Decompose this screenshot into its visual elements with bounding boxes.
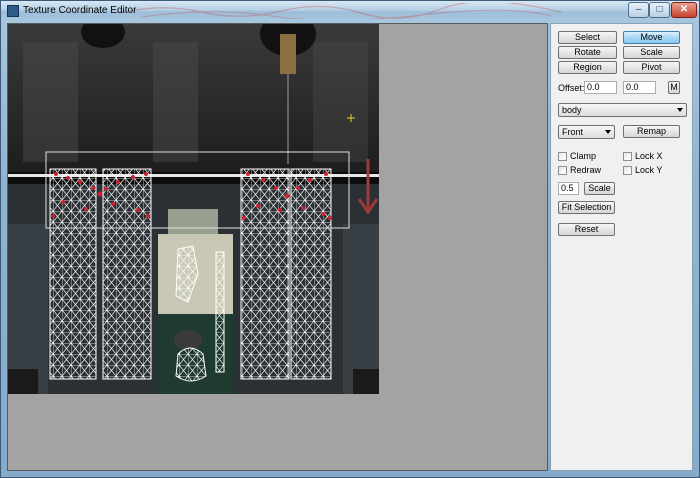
move-mode-button[interactable]: Move: [623, 31, 680, 44]
lock-y-checkbox[interactable]: [623, 166, 632, 175]
chevron-down-icon: [605, 130, 611, 134]
maximize-button[interactable]: □: [649, 2, 670, 18]
scale-apply-button[interactable]: Scale: [584, 182, 615, 195]
editor-window: Texture Coordinate Editor – □ ✕ Select M…: [0, 0, 700, 478]
face-uv-island[interactable]: [175, 347, 207, 382]
fit-selection-button[interactable]: Fit Selection: [558, 201, 615, 214]
tool-panel: Select Move Rotate Scale Region Pivot Of…: [550, 23, 693, 471]
mesh-dropdown[interactable]: body: [558, 103, 687, 117]
clamp-label: Clamp: [570, 151, 597, 161]
offset-x-input[interactable]: 0.0: [584, 81, 617, 94]
redraw-checkbox[interactable]: [558, 166, 567, 175]
left-leg-uv-island[interactable]: [49, 168, 97, 380]
right-leg-back-uv-island[interactable]: [290, 168, 332, 380]
right-leg-uv-island[interactable]: [240, 168, 290, 380]
select-mode-button[interactable]: Select: [558, 31, 617, 44]
redraw-label: Redraw: [570, 165, 602, 175]
window-title: Texture Coordinate Editor: [23, 5, 137, 16]
region-mode-button[interactable]: Region: [558, 61, 617, 74]
offset-m-button[interactable]: M: [668, 81, 680, 94]
texture-canvas[interactable]: [8, 24, 379, 394]
chevron-down-icon: [677, 108, 683, 112]
view-dropdown-value: Front: [562, 127, 584, 137]
pivot-mode-button[interactable]: Pivot: [623, 61, 680, 74]
close-button[interactable]: ✕: [671, 2, 697, 18]
uv-viewport[interactable]: [7, 23, 548, 471]
lock-x-checkbox[interactable]: [623, 152, 632, 161]
strip-uv-island[interactable]: [215, 251, 225, 373]
left-leg-back-uv-island[interactable]: [102, 168, 152, 380]
minimize-button[interactable]: –: [628, 2, 649, 18]
titlebar-background-scribble: [121, 3, 561, 19]
remap-button[interactable]: Remap: [623, 125, 680, 138]
scale-mode-button[interactable]: Scale: [623, 46, 680, 59]
view-dropdown[interactable]: Front: [558, 125, 615, 139]
offset-label: Offset:: [558, 83, 585, 93]
scale-value-input[interactable]: 0.5: [558, 182, 579, 195]
app-icon: [7, 5, 19, 17]
lock-x-label: Lock X: [635, 151, 663, 161]
clamp-checkbox[interactable]: [558, 152, 567, 161]
lock-y-label: Lock Y: [635, 165, 663, 175]
offset-y-input[interactable]: 0.0: [623, 81, 656, 94]
mesh-dropdown-value: body: [562, 105, 582, 115]
reset-button[interactable]: Reset: [558, 223, 615, 236]
title-bar[interactable]: Texture Coordinate Editor – □ ✕: [1, 1, 699, 21]
rotate-mode-button[interactable]: Rotate: [558, 46, 617, 59]
